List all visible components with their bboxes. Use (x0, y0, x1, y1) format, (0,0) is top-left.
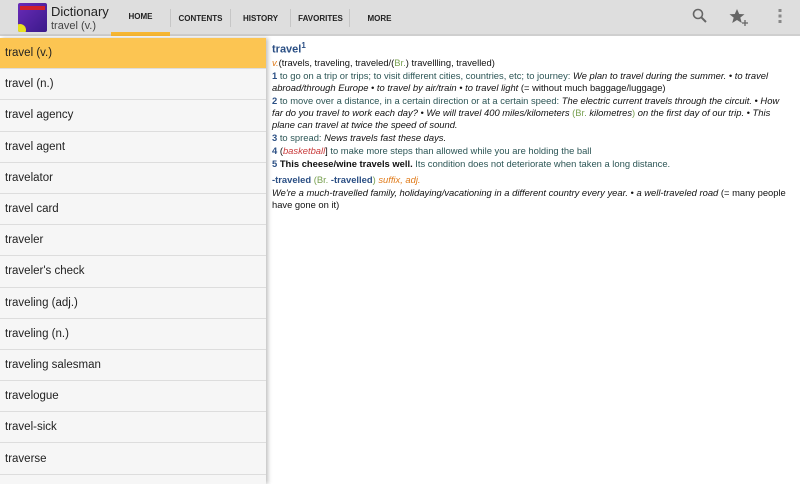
entry-text-segment: News travels fast these days. (324, 131, 447, 143)
tab-favorites[interactable]: FAVORITES (291, 0, 350, 36)
entry-text-segment: -traveled (272, 173, 312, 185)
word-list-item[interactable]: traverse (0, 443, 266, 475)
word-list-item[interactable]: travel agent (0, 132, 266, 163)
entry-line: We're a much-travelled family, holidayin… (272, 187, 792, 211)
entry-text-segment: -travelled (330, 173, 373, 185)
app-subtitle: travel (v.) (51, 20, 97, 32)
action-bar: Dictionary travel (v.) HOME CONTENTS HIS… (0, 0, 800, 36)
word-list-item[interactable]: traveler (0, 225, 266, 257)
tab-contents[interactable]: CONTENTS (171, 0, 230, 36)
tab-home[interactable]: HOME (111, 0, 170, 36)
entry-text-segment: (Br. (311, 173, 331, 185)
search-icon[interactable] (690, 8, 710, 28)
app-title: Dictionary (51, 4, 109, 19)
tab-more[interactable]: MORE (350, 0, 409, 36)
entry-text-segment: Its condition does not deteriorate when … (412, 157, 671, 169)
word-list-item[interactable]: travelator (0, 163, 266, 194)
entry-line: -traveled (Br. -travelled) suffix, adj. (272, 174, 792, 186)
word-list-item[interactable]: traveling (adj.) (0, 288, 266, 319)
entry-line: 2 to move over a distance, in a certain … (272, 95, 792, 131)
entry-text-segment: We're a much-travelled family, holidayin… (272, 186, 719, 198)
entry-text-segment: to move over a distance, in a certain di… (277, 94, 562, 106)
entry-text-segment: kilometres (589, 106, 633, 118)
entry-text-segment: ) travellling, travelled) (405, 56, 495, 68)
entry-content: travel1 v.(travels, traveling, traveled/… (272, 40, 792, 211)
word-list-item[interactable]: traveling salesman (0, 350, 266, 382)
word-list-item[interactable]: travel-sick (0, 412, 266, 444)
word-list[interactable]: travel (v.) travel (n.) travel agency trave… (0, 38, 266, 484)
overflow-menu-icon[interactable] (770, 8, 790, 28)
entry-text-segment: (= without much baggage/luggage) (518, 81, 666, 93)
word-list-item[interactable]: travel card (0, 194, 266, 226)
entry-text-segment: Br. (394, 56, 406, 68)
word-list-item[interactable]: traveling (n.) (0, 319, 266, 350)
entry-text-segment: to spread: (277, 131, 325, 143)
tab-history[interactable]: HISTORY (231, 0, 290, 36)
entry-line: 3 to spread: News travels fast these day… (272, 132, 792, 144)
word-list-item[interactable]: travel (n.) (0, 69, 266, 101)
entry-line: 4 (basketball] to make more steps than a… (272, 145, 792, 157)
word-list-item[interactable]: travel agency (0, 100, 266, 132)
word-list-item[interactable]: traveler's check (0, 256, 266, 288)
entry-text-segment: (travels, traveling, traveled/( (278, 56, 395, 68)
homograph-number: 1 (301, 41, 306, 50)
entry-text-segment: v. (272, 56, 279, 68)
entry-text-segment: basketball (282, 144, 326, 156)
word-list-item[interactable]: travel (v.) (0, 38, 266, 70)
entry-text-segment: to go on a trip or trips; to visit diffe… (277, 69, 574, 81)
entry-text-segment: suffix, adj. (378, 173, 421, 185)
headword: travel1 (272, 40, 792, 56)
headword-text: travel (272, 43, 302, 56)
entry-text-segment: This cheese/wine travels well. (277, 157, 413, 169)
entry-line: 1 to go on a trip or trips; to visit dif… (272, 70, 792, 94)
word-list-item[interactable]: travelogue (0, 381, 266, 413)
entry-line: 5 This cheese/wine travels well. Its con… (272, 158, 792, 170)
entry-line: v.(travels, traveling, traveled/(Br.) tr… (272, 57, 792, 69)
entry-text-segment: (Br. (572, 106, 590, 118)
entry-text-segment: to make more steps than allowed while yo… (327, 144, 592, 156)
add-favorite-icon[interactable] (729, 8, 749, 28)
app-logo[interactable] (18, 3, 47, 32)
